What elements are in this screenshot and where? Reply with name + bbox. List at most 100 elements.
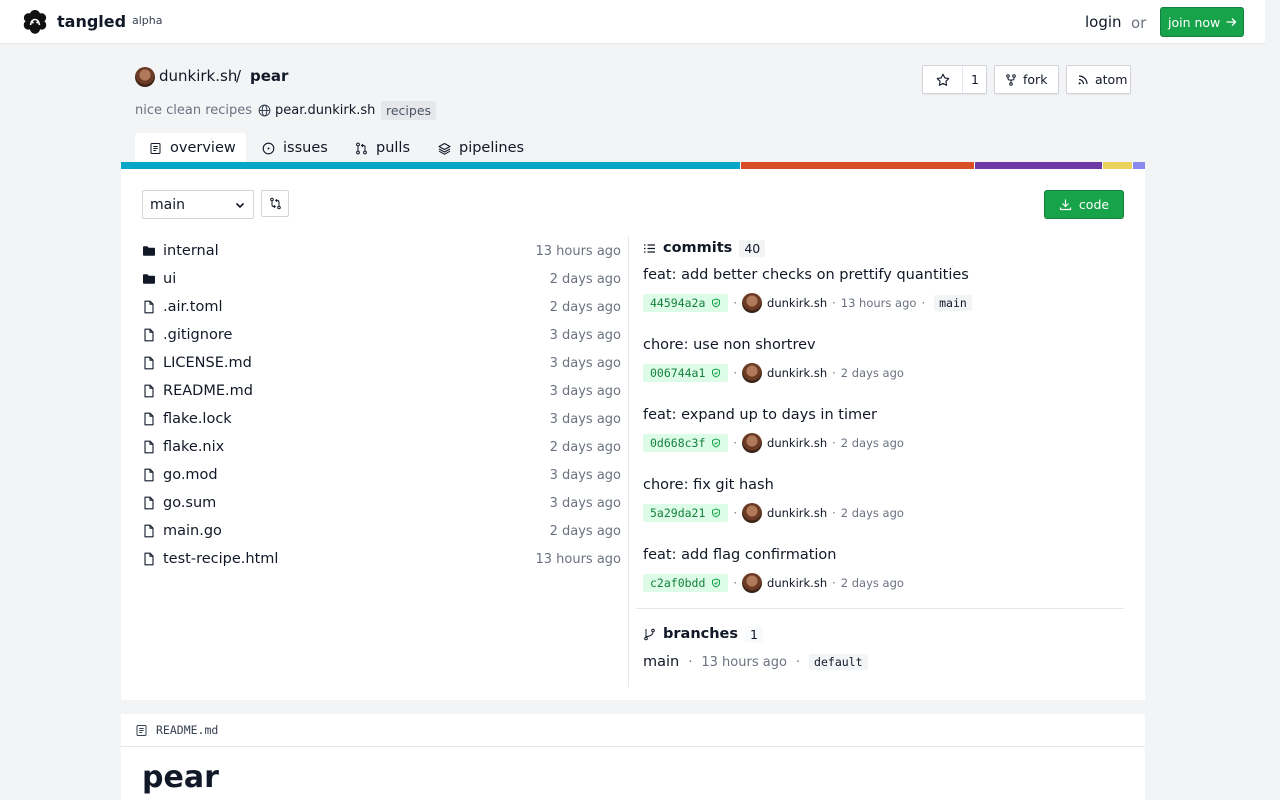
commit-title[interactable]: chore: use non shortrev	[643, 337, 816, 353]
language-segment	[1103, 162, 1133, 169]
repo-owner-link[interactable]: dunkirk.sh	[159, 67, 237, 85]
owner-avatar[interactable]	[135, 67, 155, 87]
author-avatar[interactable]	[742, 293, 763, 313]
file-row[interactable]: ui 2 days ago	[142, 267, 621, 291]
login-link[interactable]: login	[1085, 13, 1122, 31]
branch-select-value: main	[150, 196, 185, 213]
file-row[interactable]: README.md 3 days ago	[142, 379, 621, 403]
commit-meta: 006744a1 · dunkirk.sh · 2 days ago	[643, 363, 904, 383]
file-row[interactable]: .air.toml 2 days ago	[142, 295, 621, 319]
commit-sha-text: 44594a2a	[650, 296, 706, 310]
star-count: 1	[971, 72, 979, 87]
commit-sha[interactable]: 0d668c3f	[643, 434, 729, 452]
commit-ref-tag[interactable]: main	[934, 295, 972, 311]
file-row[interactable]: test-recipe.html 13 hours ago	[142, 547, 621, 571]
author-avatar[interactable]	[742, 573, 763, 593]
commit-title[interactable]: chore: fix git hash	[643, 477, 774, 493]
topic-tag[interactable]: recipes	[381, 101, 437, 120]
file-name[interactable]: .air.toml	[163, 299, 222, 315]
commit-sha[interactable]: 44594a2a	[643, 294, 729, 312]
branch-name[interactable]: main	[643, 654, 679, 670]
file-name[interactable]: .gitignore	[163, 327, 232, 343]
join-now-button[interactable]: join now	[1160, 7, 1244, 37]
file-row[interactable]: internal 13 hours ago	[142, 239, 621, 263]
repo-name-link[interactable]: pear	[250, 67, 288, 85]
file-name[interactable]: go.sum	[163, 495, 216, 511]
commit-meta: 44594a2a · dunkirk.sh · 13 hours ago · main	[643, 293, 972, 313]
compare-branches-button[interactable]	[261, 190, 289, 217]
commit-author[interactable]: dunkirk.sh	[767, 576, 827, 590]
file-name[interactable]: test-recipe.html	[163, 551, 278, 567]
commit-author[interactable]: dunkirk.sh	[767, 366, 827, 380]
tab-overview-label: overview	[170, 140, 236, 156]
file-row[interactable]: flake.nix 2 days ago	[142, 435, 621, 459]
commit-sha-text: 0d668c3f	[650, 436, 706, 450]
commit-author[interactable]: dunkirk.sh	[767, 296, 827, 310]
branches-label: branches	[663, 626, 739, 642]
file-icon	[144, 328, 154, 342]
file-icon	[144, 552, 154, 566]
file-time: 13 hours ago	[535, 243, 621, 259]
commits-header[interactable]: commits 40	[643, 238, 766, 258]
file-row[interactable]: flake.lock 3 days ago	[142, 407, 621, 431]
branch-time: 13 hours ago	[701, 654, 787, 670]
file-icon	[144, 356, 154, 370]
file-name[interactable]: LICENSE.md	[163, 355, 252, 371]
star-group: 1	[922, 65, 987, 94]
branch-select[interactable]: main	[142, 190, 254, 219]
file-name[interactable]: flake.lock	[163, 411, 232, 427]
star-button[interactable]	[923, 66, 963, 93]
tab-issues[interactable]: issues	[262, 133, 328, 163]
commit-title[interactable]: feat: add better checks on prettify quan…	[643, 267, 969, 283]
star-icon	[936, 73, 949, 86]
file-row[interactable]: LICENSE.md 3 days ago	[142, 351, 621, 375]
chevron-down-icon	[235, 202, 245, 208]
join-now-label: join now	[1168, 14, 1221, 30]
code-button[interactable]: code	[1044, 190, 1124, 219]
file-row[interactable]: go.sum 3 days ago	[142, 491, 621, 515]
file-name[interactable]: internal	[163, 243, 219, 259]
file-row[interactable]: main.go 2 days ago	[142, 519, 621, 543]
commit-author[interactable]: dunkirk.sh	[767, 436, 827, 450]
commit-title[interactable]: feat: add flag confirmation	[643, 547, 836, 563]
commit-author[interactable]: dunkirk.sh	[767, 506, 827, 520]
tab-pulls[interactable]: pulls	[355, 133, 410, 163]
author-avatar[interactable]	[742, 433, 763, 453]
shield-check-icon	[712, 298, 721, 308]
commit-sha-text: 5a29da21	[650, 506, 706, 520]
file-name[interactable]: ui	[163, 271, 176, 287]
file-row[interactable]: .gitignore 3 days ago	[142, 323, 621, 347]
file-time: 2 days ago	[549, 439, 621, 455]
repo-website-link[interactable]: pear.dunkirk.sh	[258, 103, 375, 118]
commit-sha[interactable]: 5a29da21	[643, 504, 729, 522]
commit-sha[interactable]: c2af0bdd	[643, 574, 729, 592]
readme-filename[interactable]: README.md	[156, 723, 218, 737]
rss-icon	[1078, 74, 1088, 84]
folder-icon	[143, 274, 155, 284]
fork-button[interactable]: fork	[994, 65, 1059, 94]
tangled-logo-icon[interactable]	[21, 9, 49, 35]
author-avatar[interactable]	[742, 363, 763, 383]
author-avatar[interactable]	[742, 503, 763, 523]
file-name[interactable]: main.go	[163, 523, 222, 539]
git-compare-icon	[269, 197, 281, 210]
meta-separator: ·	[733, 366, 738, 380]
file-name[interactable]: README.md	[163, 383, 253, 399]
list-icon	[644, 243, 655, 253]
branches-header[interactable]: branches 1	[643, 624, 763, 644]
commit-title[interactable]: feat: expand up to days in timer	[643, 407, 877, 423]
atom-feed-button[interactable]: atom	[1066, 65, 1131, 94]
file-time: 3 days ago	[549, 355, 621, 371]
file-name[interactable]: go.mod	[163, 467, 218, 483]
tab-pipelines[interactable]: pipelines	[438, 133, 524, 163]
tab-overview[interactable]: overview	[135, 133, 246, 163]
commit-sha[interactable]: 006744a1	[643, 364, 729, 382]
commit-time: 2 days ago	[840, 506, 904, 520]
folder-icon	[143, 246, 155, 256]
default-branch-tag: default	[809, 654, 868, 670]
file-row[interactable]: go.mod 3 days ago	[142, 463, 621, 487]
file-icon	[144, 524, 154, 538]
brand-name[interactable]: tangled	[57, 12, 126, 31]
file-name[interactable]: flake.nix	[163, 439, 224, 455]
meta-separator: ·	[795, 654, 801, 670]
